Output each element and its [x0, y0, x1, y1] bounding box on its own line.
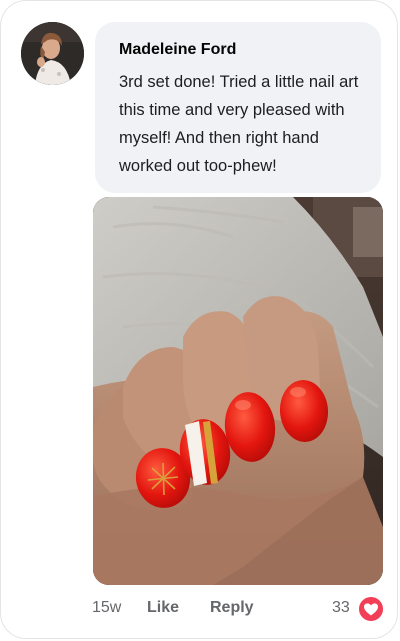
heart-icon[interactable]	[357, 595, 385, 623]
comment-author[interactable]: Madeleine Ford	[119, 40, 363, 60]
comment-card: Madeleine Ford 3rd set done! Tried a lit…	[0, 0, 398, 639]
comment-photo[interactable]	[93, 197, 383, 585]
comment-text: 3rd set done! Tried a little nail art th…	[119, 73, 359, 175]
reply-button[interactable]: Reply	[210, 599, 254, 617]
comment-bubble: Madeleine Ford 3rd set done! Tried a lit…	[95, 22, 381, 193]
avatar[interactable]	[21, 22, 84, 85]
comment-age[interactable]: 15w	[92, 599, 121, 617]
avatar-image	[21, 22, 84, 85]
reaction-count[interactable]: 33	[332, 599, 350, 617]
nail-art-photo	[93, 197, 383, 585]
like-button[interactable]: Like	[147, 599, 179, 617]
comment-actions: 15w Like Reply 33	[1, 593, 397, 625]
